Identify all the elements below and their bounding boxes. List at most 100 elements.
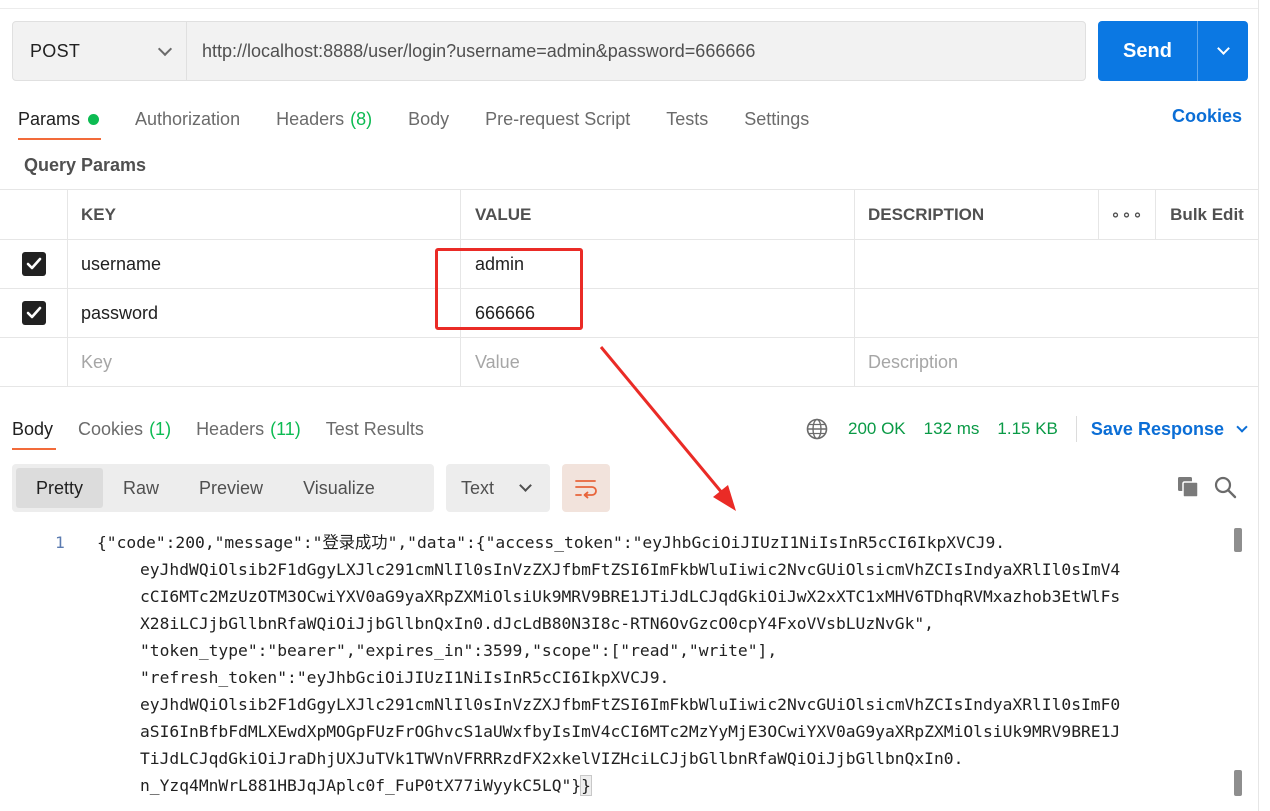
chevron-down-icon [157, 41, 173, 56]
send-dropdown[interactable] [1198, 21, 1248, 81]
chevron-down-icon [1236, 420, 1248, 433]
row-checkbox[interactable] [21, 252, 46, 276]
cookies-count: (1) [149, 418, 172, 439]
code-line-text: n_Yzq4MnWrL881HBJqJAplc0f_FuP0tX77iWyykC… [140, 776, 582, 795]
tab-prerequest-script[interactable]: Pre-request Script [485, 104, 630, 134]
send-label[interactable]: Send [1098, 21, 1198, 81]
tab-params-label: Params [18, 108, 81, 129]
response-body-code[interactable]: 1 {"code":200,"message":"登录成功","data":{"… [0, 528, 1240, 811]
table-row-empty: Key Value Description [0, 338, 1258, 387]
tab-headers[interactable]: Headers (8) [276, 104, 372, 134]
status-separator [1075, 416, 1077, 442]
view-mode-raw[interactable]: Raw [103, 468, 179, 508]
wrap-lines-icon [575, 480, 597, 499]
param-key[interactable]: username [67, 240, 460, 288]
format-select[interactable]: Text [446, 464, 550, 512]
view-mode-preview[interactable]: Preview [179, 468, 283, 508]
check-icon [26, 306, 41, 319]
search-icon[interactable] [1213, 475, 1237, 499]
bulk-edit-button[interactable]: Bulk Edit [1155, 190, 1258, 239]
method-label: POST [30, 40, 81, 61]
matching-brace: } [580, 775, 592, 796]
row-checkbox-cell [0, 338, 67, 386]
value-input[interactable]: Value [460, 338, 854, 386]
code-line: TiJdLCJqdGkiOiJraDhjUXJuTVk1TWVnVFRRRzdF… [140, 749, 964, 768]
view-mode-pretty[interactable]: Pretty [16, 468, 104, 508]
status-code[interactable]: 200 OK [848, 419, 906, 439]
table-row: username admin [0, 240, 1258, 289]
chevron-down-icon [519, 479, 532, 492]
code-line: eyJhdWQiOlsib2F1dGgyLXJlc291cmNlIl0sInVz… [140, 560, 1121, 579]
more-dots-icon: ∘∘∘ [1110, 206, 1144, 224]
view-mode-group: Pretty Raw Preview Visualize [12, 464, 434, 512]
param-key[interactable]: password [67, 289, 460, 337]
code-line: {"code":200,"message":"登录成功","data":{"ac… [97, 533, 1006, 552]
tab-settings[interactable]: Settings [744, 104, 809, 134]
top-divider [0, 8, 1258, 9]
response-tab-body-label: Body [12, 418, 54, 439]
format-label: Text [461, 477, 495, 498]
response-status-bar: 200 OK 132 ms 1.15 KB Save Response [806, 416, 1248, 442]
param-description[interactable] [854, 240, 1098, 288]
active-dot-icon [88, 113, 100, 125]
send-button[interactable]: Send [1098, 21, 1248, 81]
query-params-table: KEY VALUE DESCRIPTION ∘∘∘ Bulk Edit user… [0, 189, 1258, 387]
column-header-description: DESCRIPTION [854, 190, 1098, 239]
query-params-title: Query Params [24, 155, 147, 175]
copy-icon[interactable] [1176, 475, 1200, 499]
more-options-button[interactable]: ∘∘∘ [1098, 190, 1155, 239]
response-tab-cookies-label: Cookies [78, 418, 144, 439]
tab-authorization-label: Authorization [135, 108, 241, 129]
method-select[interactable]: POST [13, 22, 187, 80]
description-input[interactable]: Description [854, 338, 1098, 386]
response-tab-headers[interactable]: Headers (11) [196, 416, 301, 442]
cookies-link[interactable]: Cookies [1172, 106, 1242, 127]
highlight-box [435, 248, 583, 330]
scrollbar-thumb[interactable] [1234, 770, 1242, 796]
save-response-button[interactable]: Save Response [1090, 418, 1248, 440]
headers-count: (8) [350, 108, 373, 129]
response-time[interactable]: 132 ms [924, 419, 980, 439]
response-headers-count: (11) [270, 418, 301, 439]
response-tab-body[interactable]: Body [12, 416, 53, 442]
response-tabs: Body Cookies (1) Headers (11) Test Resul… [12, 416, 449, 442]
code-line-last: n_Yzq4MnWrL881HBJqJAplc0f_FuP0tX77iWyykC… [140, 772, 592, 799]
tab-headers-label: Headers [276, 108, 345, 129]
response-size[interactable]: 1.15 KB [997, 419, 1058, 439]
tab-tests[interactable]: Tests [666, 104, 708, 134]
table-row: password 666666 [0, 289, 1258, 338]
active-tab-underline [18, 138, 101, 140]
chevron-down-icon [1216, 42, 1230, 55]
view-mode-visualize[interactable]: Visualize [283, 468, 395, 508]
tab-params[interactable]: Params [18, 104, 100, 134]
code-line: aSI6InBfbFdMLXEwdXpMOGpFUzFrOGhvcS1aUWxf… [140, 722, 1121, 741]
save-response-label: Save Response [1090, 418, 1224, 439]
tab-tests-label: Tests [666, 108, 709, 129]
param-description[interactable] [854, 289, 1098, 337]
header-checkbox-cell [0, 190, 67, 239]
url-bar: POST http://localhost:8888/user/login?us… [12, 21, 1086, 81]
row-checkbox[interactable] [21, 301, 46, 325]
key-input[interactable]: Key [67, 338, 460, 386]
wrap-lines-button[interactable] [562, 464, 610, 512]
code-line: "token_type":"bearer","expires_in":3599,… [140, 641, 778, 660]
right-divider [1258, 0, 1259, 811]
globe-icon[interactable] [806, 418, 828, 440]
tab-prerequest-label: Pre-request Script [485, 108, 631, 129]
url-input[interactable]: http://localhost:8888/user/login?usernam… [187, 22, 1085, 80]
scrollbar-thumb[interactable] [1234, 528, 1242, 552]
column-header-value: VALUE [460, 190, 854, 239]
response-tab-cookies[interactable]: Cookies (1) [78, 416, 171, 442]
line-number: 1 [55, 533, 65, 552]
tab-settings-label: Settings [744, 108, 810, 129]
table-header-row: KEY VALUE DESCRIPTION ∘∘∘ Bulk Edit [0, 190, 1258, 240]
tab-body[interactable]: Body [408, 104, 449, 134]
code-line: X28iLCJjbGllbnRfaWQiOiJjbGllbnQxIn0.dJcL… [140, 614, 934, 633]
check-icon [26, 257, 41, 270]
response-tab-headers-label: Headers [196, 418, 265, 439]
response-tab-test-results[interactable]: Test Results [326, 416, 424, 442]
response-tab-test-results-label: Test Results [325, 418, 424, 439]
tab-authorization[interactable]: Authorization [135, 104, 240, 134]
request-tabs: Params Authorization Headers (8) Body Pr… [18, 104, 845, 134]
row-checkbox-cell [0, 240, 67, 288]
